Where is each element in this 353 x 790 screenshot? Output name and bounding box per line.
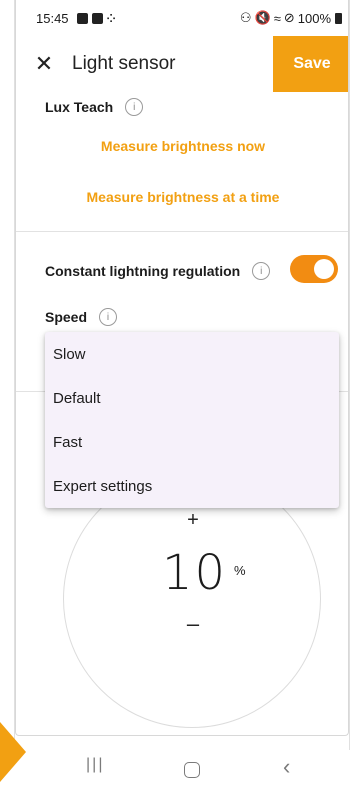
frame-edge-left xyxy=(0,0,15,750)
check-box-icon xyxy=(91,12,103,24)
value-dial[interactable]: + 10 % – xyxy=(63,470,321,728)
dial-unit: % xyxy=(234,563,246,578)
mute-icon: 🔇 xyxy=(254,10,271,25)
battery-text: 100% xyxy=(297,10,331,26)
info-icon[interactable]: i xyxy=(125,98,144,116)
info-icon[interactable]: i xyxy=(252,262,271,280)
app-bar: ✕ Light sensor Save xyxy=(16,36,348,92)
bluetooth-icon: ⚇ xyxy=(239,10,252,25)
more-notifications-icon: ⁘ xyxy=(106,12,116,25)
home-icon[interactable] xyxy=(184,762,200,778)
device-frame: 15:45 ⁘ ⚇ 🔇 ≈ ⊘ 100% ✕ Light sensor Save xyxy=(0,0,353,790)
gallery-icon xyxy=(76,12,88,24)
back-icon[interactable]: ‹ xyxy=(283,754,290,780)
regulation-row: Constant lightning regulation i xyxy=(45,262,271,280)
battery-icon xyxy=(335,12,342,24)
increase-button[interactable]: + xyxy=(64,509,322,532)
speed-row: Speed i xyxy=(45,308,118,326)
dropdown-option-fast[interactable]: Fast xyxy=(45,420,339,464)
close-icon[interactable]: ✕ xyxy=(22,36,66,92)
dropdown-option-expert[interactable]: Expert settings xyxy=(45,464,339,508)
toggle-knob xyxy=(314,259,334,279)
speed-label: Speed xyxy=(45,309,88,325)
app-screen: 15:45 ⁘ ⚇ 🔇 ≈ ⊘ 100% ✕ Light sensor Save xyxy=(15,0,349,736)
lux-teach-row: Lux Teach i xyxy=(45,98,144,116)
system-icons: ⚇ 🔇 ≈ ⊘ 100% xyxy=(240,10,342,26)
dropdown-option-slow[interactable]: Slow xyxy=(45,332,339,376)
page-title: Light sensor xyxy=(72,53,176,74)
system-nav-bar: ||| ‹ xyxy=(0,742,353,790)
dnd-icon: ⊘ xyxy=(283,10,295,25)
status-time: 15:45 xyxy=(36,10,69,26)
frame-edge-right xyxy=(349,0,353,750)
notification-icons: ⁘ xyxy=(76,12,116,25)
measure-now-button[interactable]: Measure brightness now xyxy=(16,138,348,154)
lux-teach-section: Lux Teach i Measure brightness now Measu… xyxy=(16,92,348,232)
speed-dropdown-menu: Slow Default Fast Expert settings xyxy=(45,332,339,508)
lux-teach-label: Lux Teach xyxy=(45,99,114,115)
dropdown-option-default[interactable]: Default xyxy=(45,376,339,420)
save-button[interactable]: Save xyxy=(273,36,348,92)
measure-at-time-button[interactable]: Measure brightness at a time xyxy=(16,189,348,205)
decrease-button[interactable]: – xyxy=(64,611,322,637)
info-icon[interactable]: i xyxy=(99,308,118,326)
status-bar: 15:45 ⁘ ⚇ 🔇 ≈ ⊘ 100% xyxy=(16,0,348,36)
regulation-label: Constant lightning regulation xyxy=(45,263,241,279)
wifi-icon: ≈ xyxy=(273,10,281,26)
dial-value: 10 xyxy=(162,545,228,601)
regulation-toggle[interactable] xyxy=(290,255,338,283)
recent-apps-icon[interactable]: ||| xyxy=(86,756,104,774)
